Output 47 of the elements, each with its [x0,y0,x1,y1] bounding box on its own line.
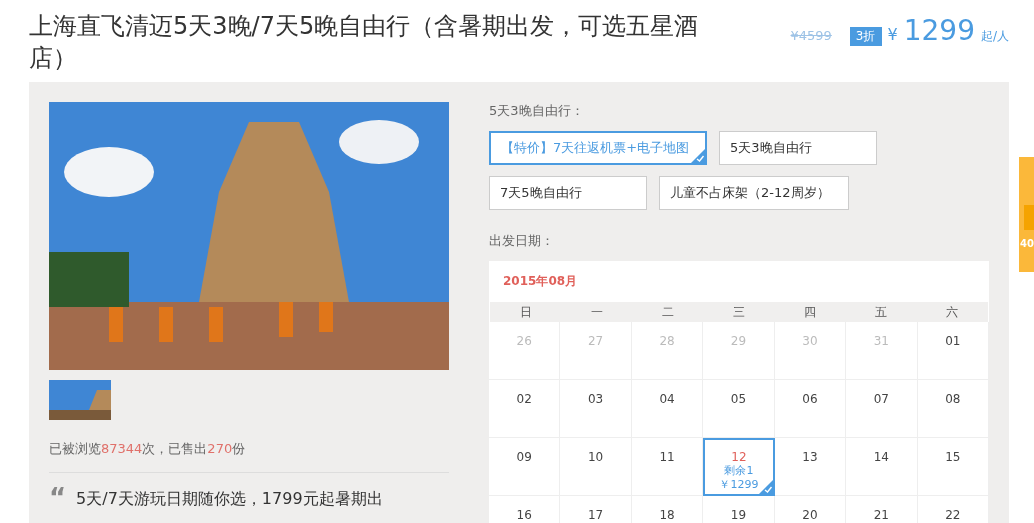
product-summary: 5天/7天游玩日期随你选，1799元起暑期出 [76,489,383,510]
calendar-day[interactable]: 22 [917,496,989,523]
check-corner-icon [758,480,773,494]
calendar-day[interactable]: 20 [774,496,847,523]
original-price: ¥4599 [790,28,832,43]
calendar-day[interactable]: 18 [631,496,704,523]
calendar-month: 2015年08月 [502,273,579,290]
view-sales-stats: 已被浏览87344次，已售出 270份 [49,440,247,458]
departure-date-label: 出发日期： [489,232,555,250]
product-title: 上海直飞清迈5天3晚/7天5晚自由行（含暑期出发，可选五星酒店） [29,11,700,74]
package-label: 5天3晚自由行： [489,102,585,120]
calendar-day[interactable]: 01 [917,322,989,380]
weekday-header: 一 [589,304,604,321]
weekday-header: 六 [945,304,960,321]
calendar-day[interactable]: 05 [703,380,775,438]
package-option[interactable]: 儿童不占床架（2-12周岁） [659,176,849,210]
calendar-day[interactable]: 11 [631,438,704,496]
calendar-day[interactable]: 12 剩余1 ￥1299 [703,438,775,496]
calendar-day[interactable]: 14 [846,438,918,496]
currency-sign: ¥ [887,25,898,44]
calendar-day[interactable]: 09 [489,438,561,496]
calendar-day[interactable]: 21 [846,496,918,523]
calendar-day[interactable]: 10 [560,438,632,496]
calendar-day[interactable]: 07 [846,380,918,438]
weekday-header: 二 [660,304,675,321]
calendar-day[interactable]: 13 [774,438,847,496]
photo-thumbnail[interactable] [49,380,111,420]
weekday-header: 三 [732,304,746,321]
check-corner-icon [691,149,705,163]
calendar-day[interactable]: 15 [917,438,989,496]
calendar-day[interactable]: 16 [489,496,561,523]
weekday-header: 日 [518,304,533,321]
calendar-day[interactable]: 02 [489,380,561,438]
price-unit: 起/人 [980,28,1009,45]
package-option[interactable]: 7天5晚自由行 [489,176,647,210]
package-option[interactable]: 5天3晚自由行 [719,131,877,165]
weekday-header: 五 [874,304,889,321]
weekday-header: 四 [803,304,818,321]
calendar-day[interactable]: 19 [703,496,775,523]
calendar-day[interactable]: 17 [560,496,632,523]
quote-mark: “ [49,489,67,510]
discount-badge: 3折 [849,27,882,46]
calendar-day[interactable]: 03 [560,380,632,438]
calendar-day[interactable]: 04 [631,380,704,438]
calendar-day[interactable]: 06 [774,380,847,438]
calendar-day[interactable]: 08 [917,380,989,438]
sale-price: 1299 [903,14,975,47]
